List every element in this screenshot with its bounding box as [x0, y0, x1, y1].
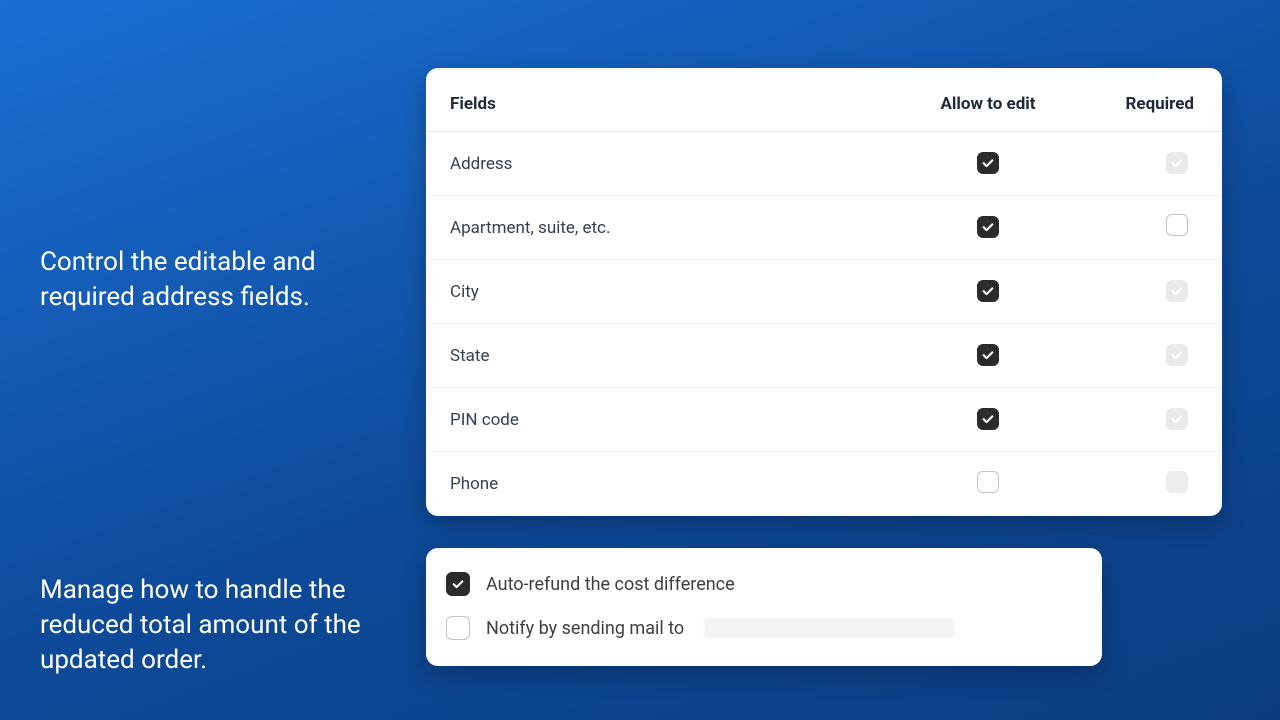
table-row: Apartment, suite, etc.	[426, 196, 1222, 260]
caption-fields-control: Control the editable and required addres…	[40, 245, 360, 315]
option-auto-refund: Auto-refund the cost difference	[446, 562, 1082, 606]
allow-edit-checkbox-city[interactable]	[977, 280, 999, 302]
column-header-fields: Fields	[450, 94, 918, 114]
field-label-pin-code: PIN code	[450, 410, 918, 430]
field-label-apartment-suite-etc: Apartment, suite, etc.	[450, 218, 918, 238]
field-label-address: Address	[450, 154, 918, 174]
field-label-city: City	[450, 282, 918, 302]
auto-refund-label: Auto-refund the cost difference	[486, 574, 735, 595]
address-fields-card: Fields Allow to edit Required Address Ap…	[426, 68, 1222, 516]
required-checkbox-apartment-suite-etc[interactable]	[1166, 214, 1188, 236]
auto-refund-checkbox[interactable]	[446, 572, 470, 596]
required-checkbox-city	[1166, 280, 1188, 302]
column-header-allow: Allow to edit	[940, 94, 1035, 114]
caption-refund-control: Manage how to handle the reduced total a…	[40, 573, 380, 678]
table-row: City	[426, 260, 1222, 324]
refund-handling-card: Auto-refund the cost difference Notify b…	[426, 548, 1102, 666]
option-notify-mail: Notify by sending mail to	[446, 606, 1082, 650]
allow-edit-checkbox-address[interactable]	[977, 152, 999, 174]
allow-edit-checkbox-pin-code[interactable]	[977, 408, 999, 430]
field-label-phone: Phone	[450, 474, 918, 494]
table-row: Phone	[426, 452, 1222, 516]
notify-mail-email-masked	[704, 618, 954, 638]
notify-mail-label: Notify by sending mail to	[486, 618, 684, 639]
table-header-row: Fields Allow to edit Required	[426, 76, 1222, 132]
required-checkbox-pin-code	[1166, 408, 1188, 430]
allow-edit-checkbox-phone[interactable]	[977, 471, 999, 493]
table-row: Address	[426, 132, 1222, 196]
table-row: PIN code	[426, 388, 1222, 452]
required-checkbox-address	[1166, 152, 1188, 174]
field-label-state: State	[450, 346, 918, 366]
allow-edit-checkbox-state[interactable]	[977, 344, 999, 366]
allow-edit-checkbox-apartment-suite-etc[interactable]	[977, 216, 999, 238]
notify-mail-checkbox[interactable]	[446, 616, 470, 640]
table-row: State	[426, 324, 1222, 388]
column-header-required: Required	[1126, 94, 1199, 114]
required-checkbox-phone	[1166, 471, 1188, 493]
required-checkbox-state	[1166, 344, 1188, 366]
